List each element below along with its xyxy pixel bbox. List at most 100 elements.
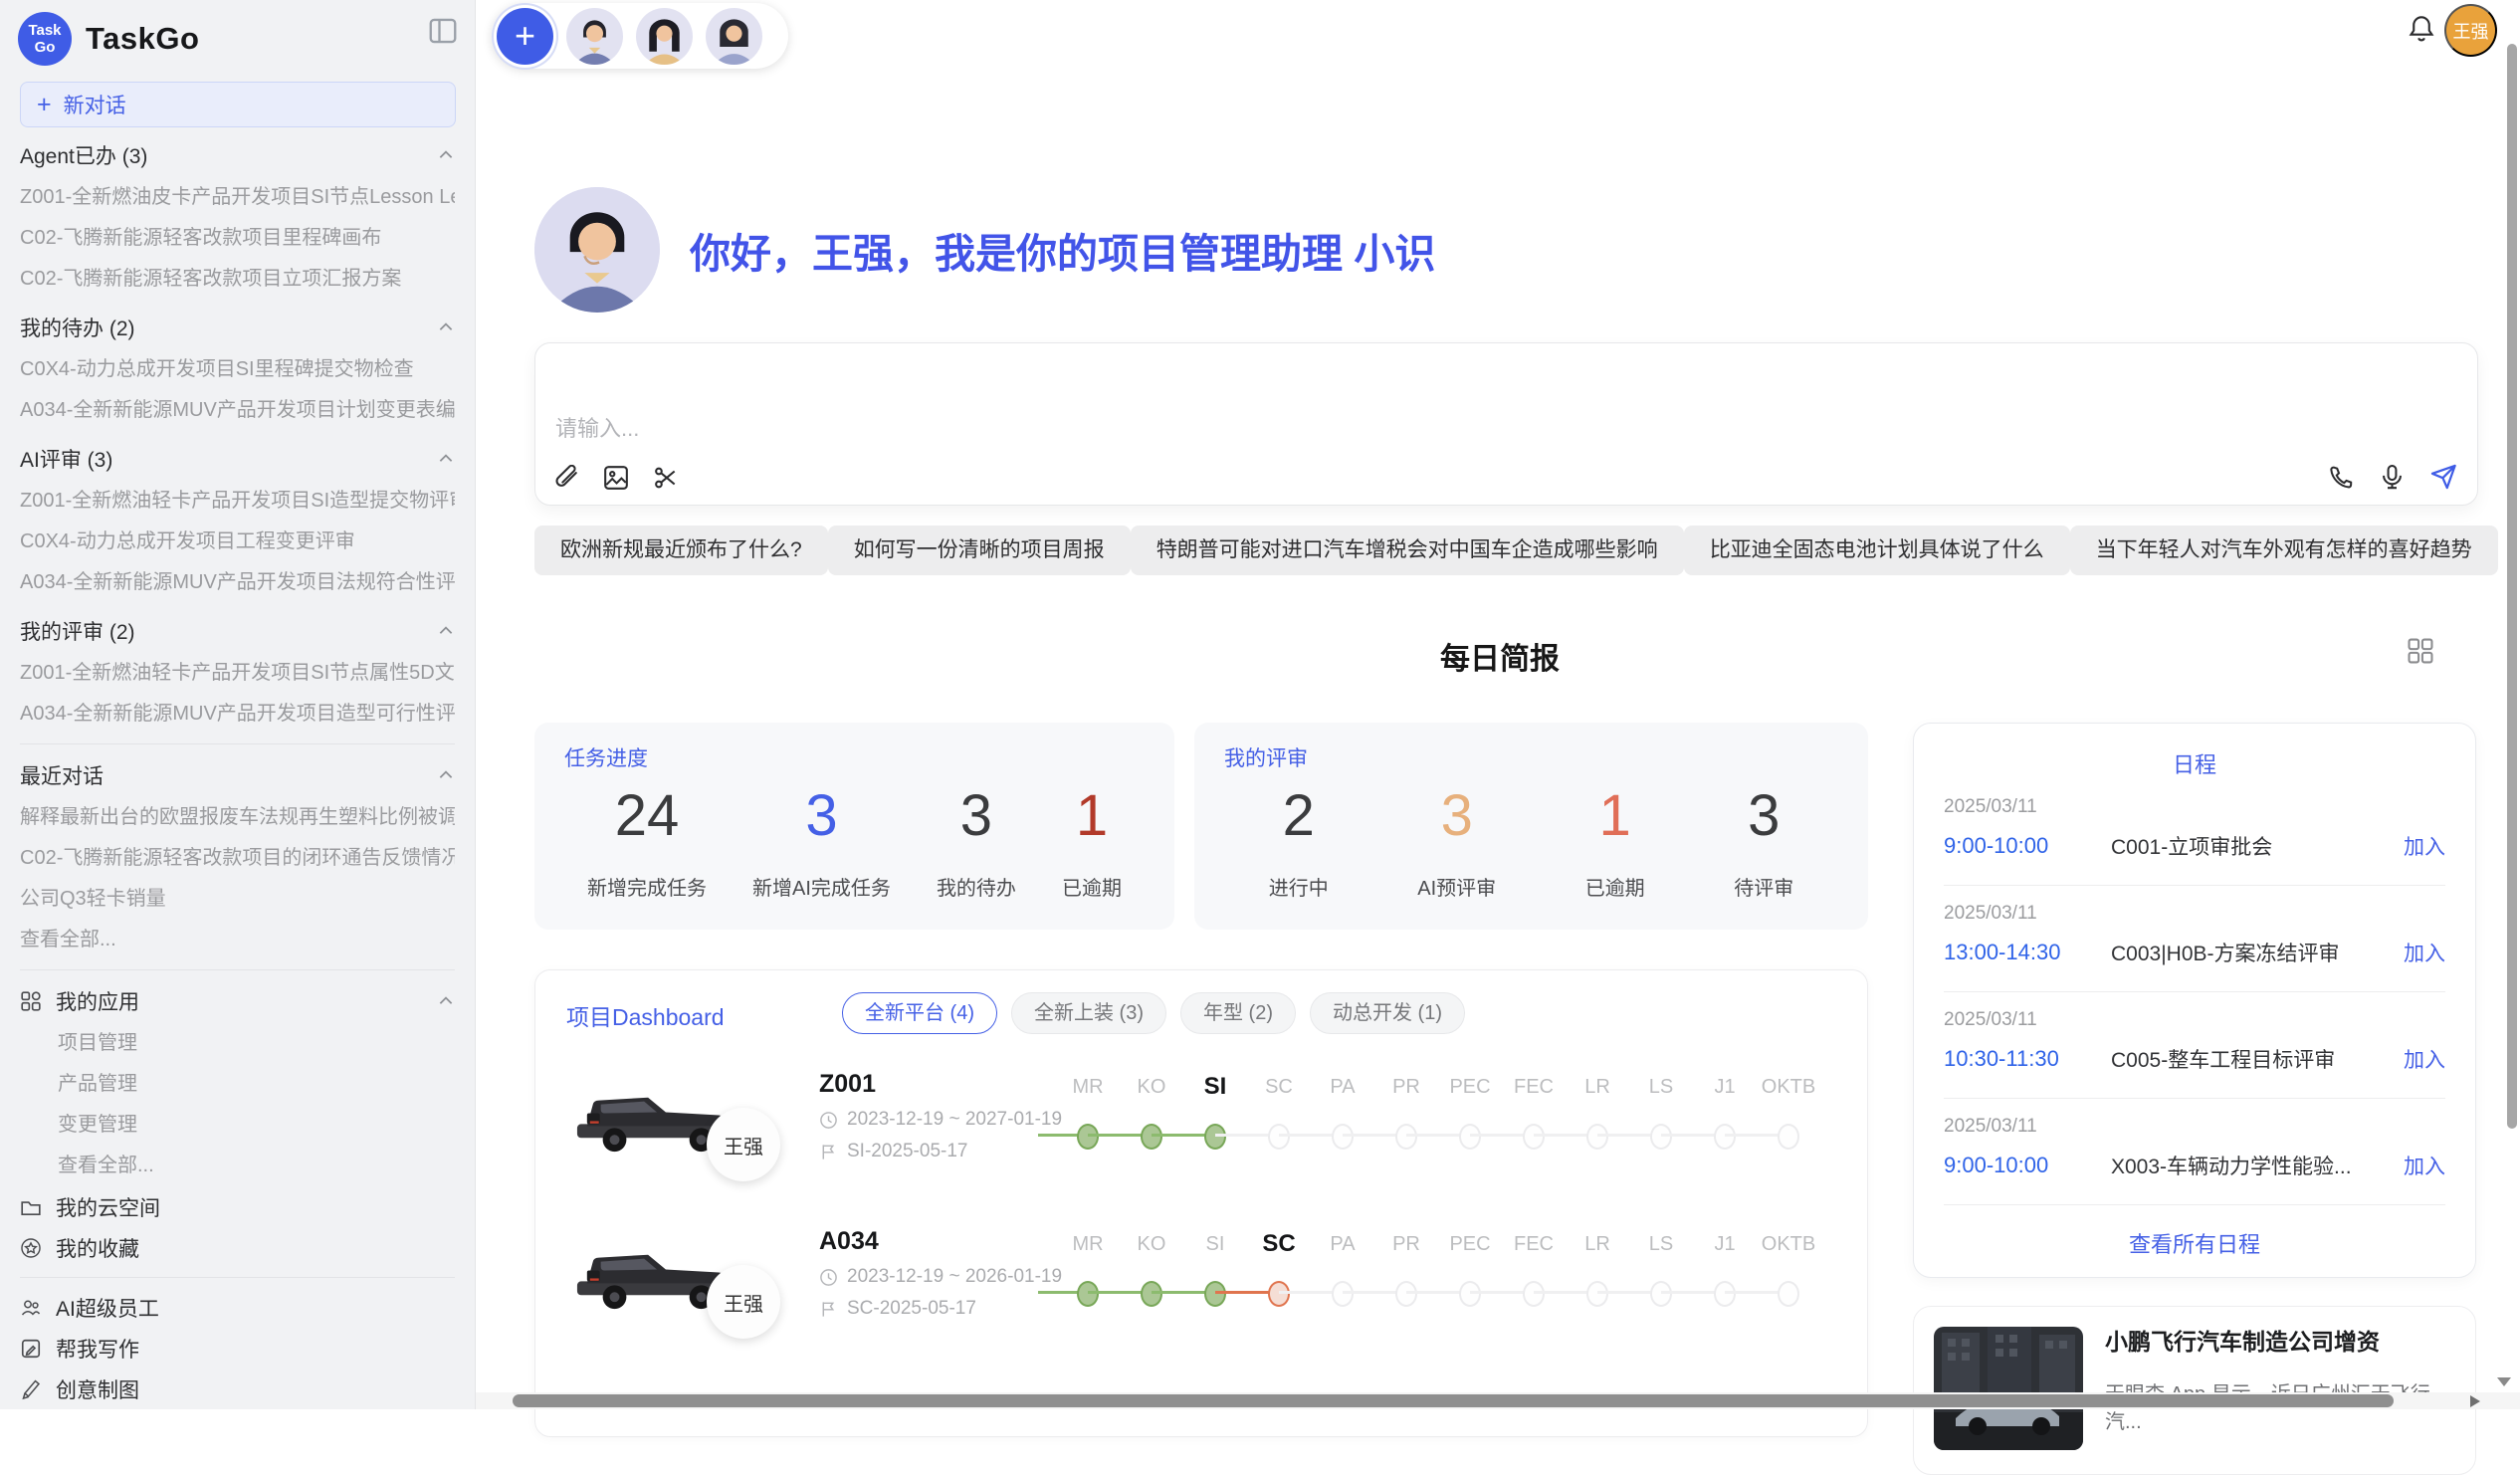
new-chat-button[interactable]: + 新对话 bbox=[20, 82, 456, 127]
sidebar-item[interactable]: C02-飞腾新能源轻客改款项目里程碑画布 bbox=[20, 218, 455, 259]
milestone-label: MR bbox=[1056, 1070, 1120, 1104]
stat-in-progress: 2 进行中 bbox=[1269, 778, 1329, 901]
section-header-my-apps[interactable]: 我的应用 bbox=[20, 979, 455, 1023]
layout-grid-icon[interactable] bbox=[2407, 637, 2434, 665]
composer-input[interactable]: 请输入... bbox=[555, 411, 639, 443]
section-header-ai-review[interactable]: AI评审 (3) bbox=[20, 437, 455, 481]
tab-powertrain-dev[interactable]: 动总开发 (1) bbox=[1310, 992, 1465, 1034]
project-code: Z001 bbox=[819, 1064, 1062, 1104]
milestone: J1 bbox=[1693, 1070, 1757, 1154]
project-row-z001[interactable]: 王强 Z001 2023-12-19 ~ 2027-01-19 SI-2025-… bbox=[535, 1056, 1867, 1213]
sidebar-item[interactable]: A034-全新新能源MUV产品开发项目计划变更表编写 bbox=[20, 390, 455, 431]
agent-avatar-2[interactable] bbox=[636, 8, 693, 65]
sidebar-item[interactable]: 解释最新出台的欧盟报废车法规再生塑料比例被调至15%... bbox=[20, 797, 455, 838]
schedule-item: 2025/03/11 13:00-14:30 C003|H0B-方案冻结评审 加… bbox=[1944, 886, 2445, 992]
project-dashboard-card: 项目Dashboard 全新平台 (4) 全新上装 (3) 年型 (2) 动总开… bbox=[534, 969, 1868, 1437]
milestone-label: J1 bbox=[1693, 1227, 1757, 1261]
agent-avatar-3[interactable] bbox=[706, 8, 762, 65]
phone-icon[interactable] bbox=[2328, 464, 2355, 491]
scissors-icon[interactable] bbox=[653, 465, 679, 491]
milestone-label: OKTB bbox=[1757, 1227, 1820, 1261]
sidebar-item[interactable]: Z001-全新燃油皮卡产品开发项目SI节点Lesson Learn报告 bbox=[20, 177, 455, 218]
greeting: 你好，王强，我是你的项目管理助理 小识 bbox=[534, 187, 1435, 313]
suggestion-chip[interactable]: 特朗普可能对进口汽车增税会对中国车企造成哪些影响 bbox=[1131, 526, 1684, 575]
card-title: 任务进度 bbox=[564, 742, 1145, 772]
milestone-dot bbox=[1523, 1124, 1545, 1150]
milestone: PEC bbox=[1438, 1070, 1502, 1154]
user-avatar[interactable]: 王强 bbox=[2444, 4, 2497, 57]
microphone-icon[interactable] bbox=[2379, 464, 2406, 491]
sidebar-item[interactable]: A034-全新新能源MUV产品开发项目法规符合性评审 bbox=[20, 562, 455, 603]
horizontal-scrollbar bbox=[476, 1392, 2520, 1409]
sidebar-item[interactable]: C02-飞腾新能源轻客改款项目立项汇报方案 bbox=[20, 259, 455, 300]
milestone-label: FEC bbox=[1502, 1070, 1566, 1104]
stat-review-overdue: 1 已逾期 bbox=[1585, 778, 1645, 901]
plus-icon: + bbox=[37, 93, 52, 117]
suggestion-chip[interactable]: 比亚迪全固态电池计划具体说了什么 bbox=[1684, 526, 2070, 575]
sidebar-item[interactable]: Z001-全新燃油轻卡产品开发项目SI节点属性5D文件评审 bbox=[20, 653, 455, 694]
milestone-dot bbox=[1141, 1281, 1162, 1307]
vertical-scrollbar-thumb[interactable] bbox=[2507, 44, 2517, 1129]
agent-switcher: + bbox=[492, 3, 788, 69]
attachment-icon[interactable] bbox=[553, 465, 579, 491]
send-icon[interactable] bbox=[2429, 463, 2457, 491]
sidebar-item-ai-super-staff[interactable]: AI超级员工 bbox=[20, 1287, 455, 1328]
image-icon[interactable] bbox=[603, 465, 629, 491]
suggestion-chip[interactable]: 当下年轻人对汽车外观有怎样的喜好趋势 bbox=[2070, 526, 2498, 575]
app-logo: Task Go bbox=[18, 12, 72, 66]
milestone-label: LS bbox=[1629, 1227, 1693, 1261]
milestone-dot bbox=[1650, 1124, 1672, 1150]
sidebar-item-project-mgmt[interactable]: 项目管理 bbox=[20, 1023, 455, 1064]
news-card[interactable]: 小鹏飞行汽车制造公司增资 天眼查 App 显示，近日广州汇天飞行汽... bbox=[1913, 1306, 2476, 1475]
sidebar-item-product-mgmt[interactable]: 产品管理 bbox=[20, 1064, 455, 1105]
section-header-agent-done[interactable]: Agent已办 (3) bbox=[20, 133, 455, 177]
sidebar-item-cloud-space[interactable]: 我的云空间 bbox=[20, 1186, 455, 1227]
sidebar-body: Agent已办 (3) Z001-全新燃油皮卡产品开发项目SI节点Lesson … bbox=[0, 133, 475, 1409]
stat-ai-prereview: 3 AI预评审 bbox=[1417, 778, 1496, 901]
sidebar-collapse-icon[interactable] bbox=[429, 18, 457, 44]
project-row-a034[interactable]: 王强 A034 2023-12-19 ~ 2026-01-19 SC-2025-… bbox=[535, 1213, 1867, 1370]
sidebar-item-view-all[interactable]: 查看全部... bbox=[20, 920, 455, 960]
join-link[interactable]: 加入 bbox=[2404, 831, 2445, 861]
sidebar-item-creative-drawing[interactable]: 创意制图 bbox=[20, 1369, 455, 1409]
add-agent-button[interactable]: + bbox=[497, 8, 553, 65]
join-link[interactable]: 加入 bbox=[2404, 1151, 2445, 1180]
milestone-timeline: MRKOSISCPAPRPECFECLRLSJ1OKTB bbox=[1056, 1070, 1820, 1154]
tab-all-new-body[interactable]: 全新上装 (3) bbox=[1011, 992, 1166, 1034]
section-header-my-todo[interactable]: 我的待办 (2) bbox=[20, 306, 455, 349]
milestone-label: MR bbox=[1056, 1227, 1120, 1261]
view-all-schedule-link[interactable]: 查看所有日程 bbox=[1944, 1227, 2445, 1259]
sidebar-item-help-me-write[interactable]: 帮我写作 bbox=[20, 1328, 455, 1369]
notification-bell-icon[interactable] bbox=[2407, 13, 2436, 45]
tab-all-new-platform[interactable]: 全新平台 (4) bbox=[842, 992, 997, 1034]
schedule-item: 2025/03/11 9:00-10:00 C001-立项审批会 加入 bbox=[1944, 779, 2445, 886]
agent-avatar-1[interactable] bbox=[566, 8, 623, 65]
sidebar-item-change-mgmt[interactable]: 变更管理 bbox=[20, 1105, 455, 1146]
tab-model-year[interactable]: 年型 (2) bbox=[1180, 992, 1296, 1034]
project-code: A034 bbox=[819, 1221, 1062, 1261]
suggestion-chip[interactable]: 如何写一份清晰的项目周报 bbox=[828, 526, 1131, 575]
join-link[interactable]: 加入 bbox=[2404, 1044, 2445, 1074]
sidebar-header: Task Go TaskGo bbox=[0, 0, 475, 74]
milestone-timeline: MRKOSISCPAPRPECFECLRLSJ1OKTB bbox=[1056, 1227, 1820, 1311]
divider bbox=[20, 1277, 455, 1278]
chevron-up-icon bbox=[437, 146, 455, 164]
milestone: MR bbox=[1056, 1070, 1120, 1154]
sidebar-item-view-all-apps[interactable]: 查看全部... bbox=[20, 1146, 455, 1186]
sidebar-item[interactable]: C0X4-动力总成开发项目工程变更评审 bbox=[20, 522, 455, 562]
sidebar-item-favorites[interactable]: 我的收藏 bbox=[20, 1227, 455, 1268]
sidebar-item[interactable]: A034-全新新能源MUV产品开发项目造型可行性评审 bbox=[20, 694, 455, 735]
scroll-down-arrow-icon[interactable] bbox=[2497, 1377, 2511, 1386]
section-header-recent-chats[interactable]: 最近对话 bbox=[20, 753, 455, 797]
sidebar-item[interactable]: 公司Q3轻卡销量 bbox=[20, 879, 455, 920]
join-link[interactable]: 加入 bbox=[2404, 938, 2445, 967]
scroll-right-arrow-icon[interactable] bbox=[2470, 1395, 2480, 1407]
horizontal-scrollbar-thumb[interactable] bbox=[513, 1394, 2394, 1407]
sidebar-item[interactable]: C02-飞腾新能源轻客改款项目的闭环通告反馈情况 bbox=[20, 838, 455, 879]
sidebar-item[interactable]: Z001-全新燃油轻卡产品开发项目SI造型提交物评审 bbox=[20, 481, 455, 522]
suggestion-chip[interactable]: 欧洲新规最近颁布了什么? bbox=[534, 526, 828, 575]
sidebar-item[interactable]: C0X4-动力总成开发项目SI里程碑提交物检查 bbox=[20, 349, 455, 390]
milestone: OKTB bbox=[1757, 1070, 1820, 1154]
section-header-my-review[interactable]: 我的评审 (2) bbox=[20, 609, 455, 653]
suggestion-chips: 欧洲新规最近颁布了什么? 如何写一份清晰的项目周报 特朗普可能对进口汽车增税会对… bbox=[534, 526, 2465, 575]
